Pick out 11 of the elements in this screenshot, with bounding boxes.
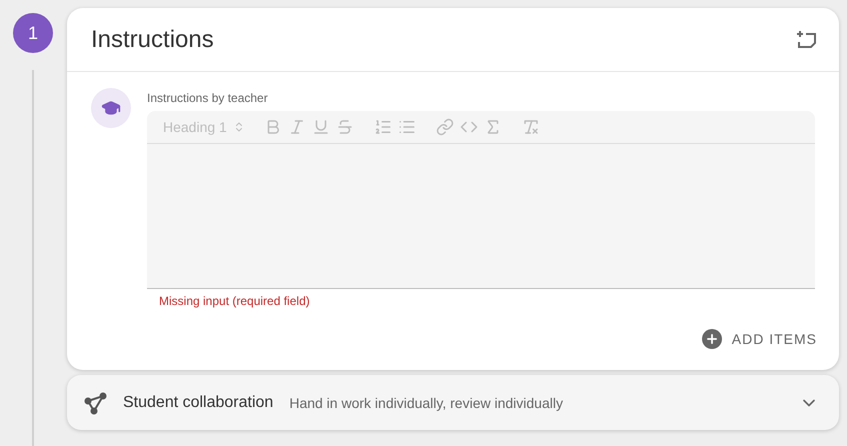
network-icon bbox=[83, 390, 107, 414]
plus-icon bbox=[702, 329, 722, 349]
collaboration-panel[interactable]: Student collaboration Hand in work individually, review individually bbox=[67, 375, 839, 430]
graduation-cap-icon bbox=[91, 88, 131, 128]
card-title: Instructions bbox=[91, 26, 214, 54]
collaboration-summary: Hand in work individually, review individually bbox=[289, 394, 564, 410]
error-message: Missing input (required field) bbox=[159, 294, 311, 308]
add-items-button[interactable]: ADD ITEMS bbox=[696, 328, 823, 350]
field-label: Instructions by teacher bbox=[147, 91, 269, 105]
collaboration-title: Student collaboration bbox=[123, 394, 274, 412]
step-number: 1 bbox=[13, 13, 53, 53]
